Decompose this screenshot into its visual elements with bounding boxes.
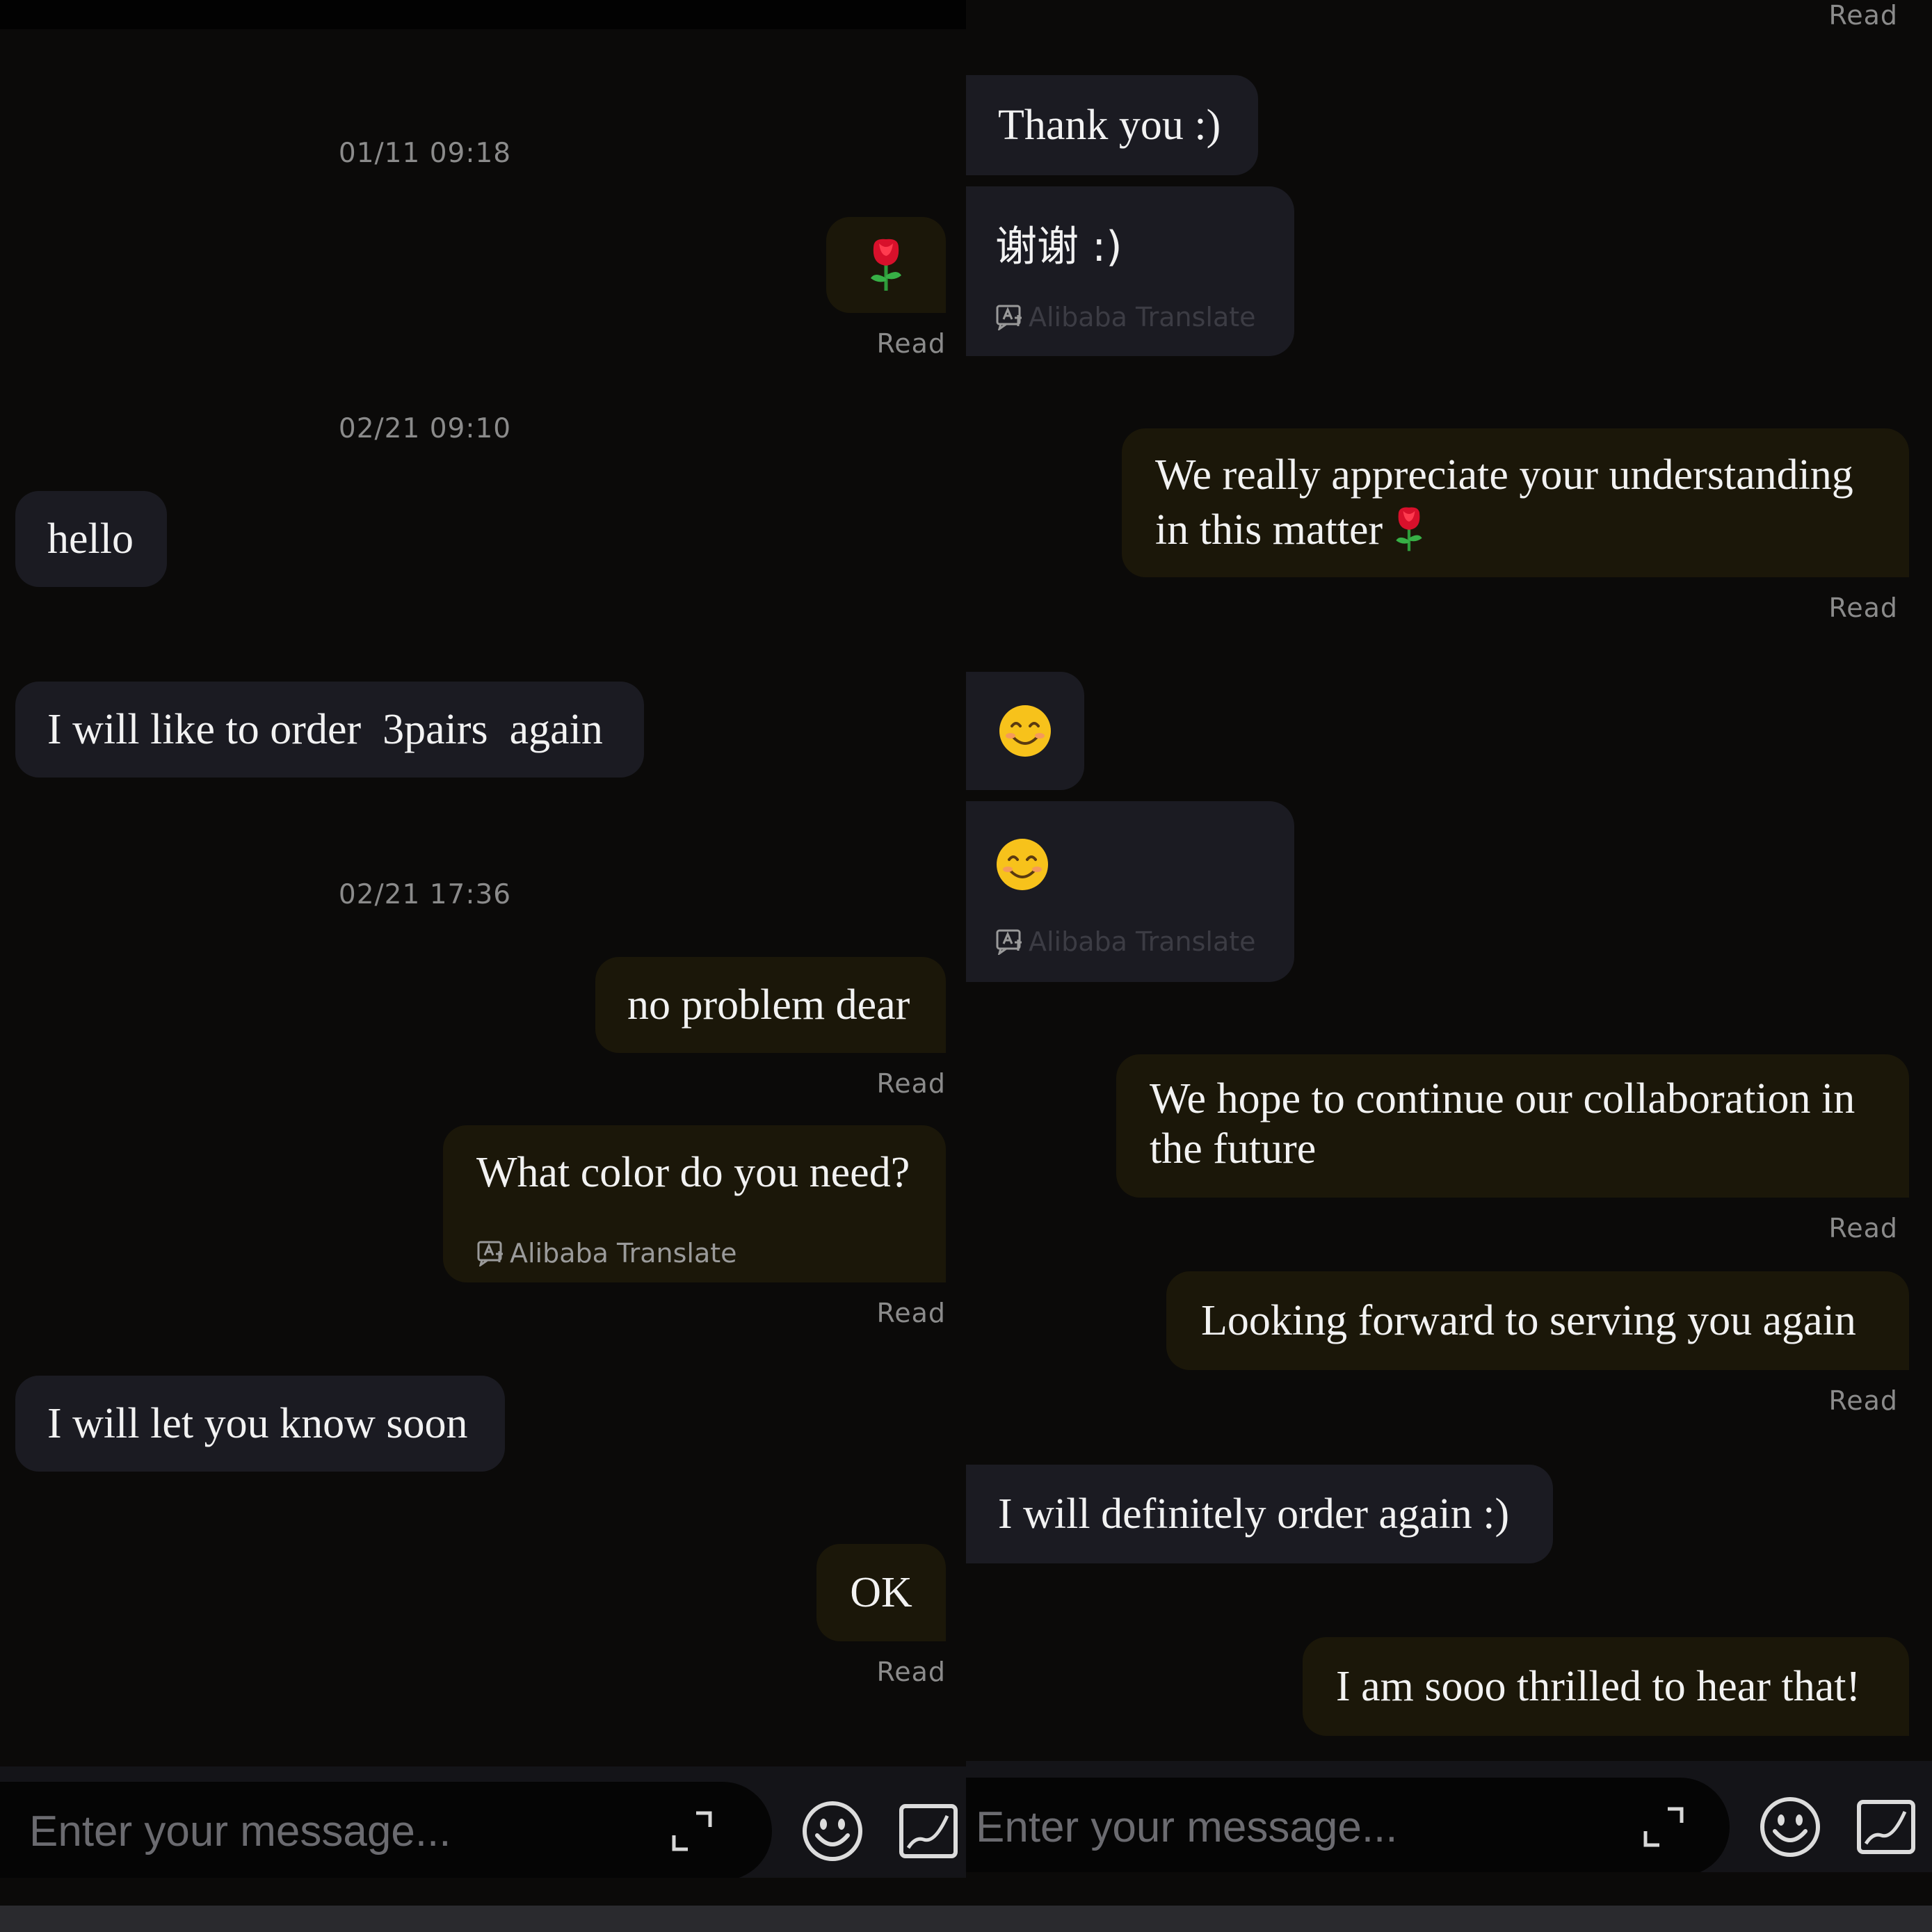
message-appreciate-outgoing[interactable]: We really appreciate your understanding … [1122, 428, 1909, 577]
translate-icon [996, 929, 1022, 955]
message-input-placeholder: Enter your message... [976, 1803, 1398, 1851]
message-text: Looking forward to serving you again [1201, 1297, 1856, 1344]
smiling-face-emoji [997, 839, 1048, 890]
timestamp: 01/11 09:18 [338, 138, 512, 169]
emoji-icon[interactable] [1757, 1794, 1823, 1860]
message-collaboration-outgoing[interactable]: We hope to continue our collaboration in… [1116, 1054, 1909, 1198]
translate-label: Alibaba Translate [476, 1228, 737, 1278]
read-receipt: Read [876, 1657, 946, 1687]
composer-bar: Enter your message... [0, 1766, 966, 1881]
message-hello-incoming[interactable]: hello [15, 491, 167, 587]
message-text: I will like to order 3pairs again [47, 706, 603, 753]
message-text: What color do you need? [476, 1149, 910, 1196]
message-color-outgoing[interactable]: What color do you need? Alibaba Translat… [443, 1125, 946, 1282]
message-text: We hope to continue our collaboration in… [1150, 1075, 1855, 1173]
message-text: 谢谢 :) [995, 223, 1122, 271]
message-input-placeholder: Enter your message... [29, 1807, 451, 1855]
rose-emoji [871, 239, 901, 291]
emoji-icon[interactable] [800, 1798, 865, 1864]
left-chat-panel: 01/11 09:18 Read 02/21 09:10 hello I wil… [0, 0, 966, 1932]
message-thank-you-incoming[interactable]: Thank you :) [966, 75, 1258, 175]
read-receipt: Read [1828, 0, 1898, 31]
message-text: Thank you :) [998, 102, 1221, 149]
home-indicator-strip [0, 1906, 966, 1932]
read-receipt: Read [876, 1068, 946, 1099]
translate-label: Alibaba Translate [995, 302, 1256, 332]
translate-label: Alibaba Translate [995, 926, 1256, 957]
status-bar [0, 0, 966, 29]
message-input[interactable]: Enter your message... [0, 1782, 772, 1881]
composer-bar: Enter your message... [966, 1761, 1932, 1876]
image-icon[interactable] [1856, 1797, 1916, 1857]
message-rose-outgoing[interactable] [826, 217, 946, 313]
translate-icon [477, 1241, 503, 1266]
message-text: OK [850, 1569, 912, 1616]
expand-icon[interactable] [668, 1807, 716, 1855]
timestamp: 02/21 17:36 [338, 879, 512, 910]
message-order-incoming[interactable]: I will like to order 3pairs again [15, 682, 644, 778]
home-indicator-strip [966, 1906, 1932, 1932]
right-chat-panel: Read Thank you :) 谢谢 :) Alibaba Translat… [966, 0, 1932, 1932]
message-smile-incoming[interactable] [966, 672, 1084, 790]
expand-icon[interactable] [1639, 1803, 1688, 1851]
message-text: I will definitely order again :) [998, 1490, 1510, 1538]
message-text: I am sooo thrilled to hear that! [1336, 1663, 1861, 1710]
message-text: We really appreciate your understanding … [1155, 448, 1881, 557]
read-receipt: Read [1828, 593, 1898, 623]
message-text: no problem dear [627, 981, 910, 1029]
message-let-know-incoming[interactable]: I will let you know soon [15, 1376, 505, 1472]
message-order-again-incoming[interactable]: I will definitely order again :) [966, 1465, 1553, 1563]
read-receipt: Read [1828, 1213, 1898, 1243]
message-ok-outgoing[interactable]: OK [816, 1544, 946, 1641]
timestamp: 02/21 09:10 [338, 413, 512, 444]
smiling-face-emoji [999, 705, 1051, 757]
translated-message-thank-you[interactable]: 谢谢 :) Alibaba Translate [966, 186, 1294, 356]
read-receipt: Read [1828, 1385, 1898, 1416]
translated-emoji [995, 837, 1049, 895]
message-text: hello [47, 515, 134, 563]
message-looking-forward-outgoing[interactable]: Looking forward to serving you again [1166, 1271, 1909, 1370]
message-text: I will let you know soon [47, 1400, 468, 1447]
message-input[interactable]: Enter your message... [966, 1778, 1730, 1876]
image-icon[interactable] [899, 1801, 958, 1861]
translated-message-smile[interactable]: Alibaba Translate [966, 801, 1294, 982]
read-receipt: Read [876, 1298, 946, 1328]
rose-emoji [1396, 507, 1422, 552]
message-no-problem-outgoing[interactable]: no problem dear [595, 957, 946, 1053]
translate-icon [996, 305, 1022, 330]
read-receipt: Read [876, 328, 946, 359]
message-thrilled-outgoing[interactable]: I am sooo thrilled to hear that! [1303, 1637, 1909, 1736]
